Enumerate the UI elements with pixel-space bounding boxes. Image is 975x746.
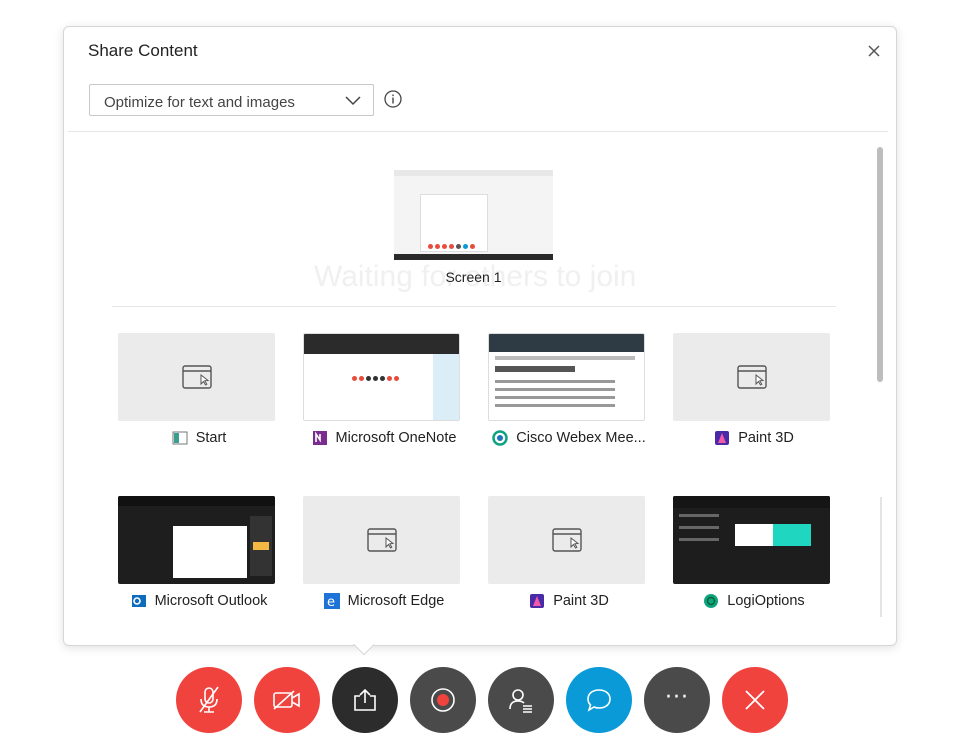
participants-icon [509, 689, 532, 713]
app-thumbnail-logioptions[interactable] [673, 496, 830, 584]
chat-icon [587, 689, 611, 712]
app-label: Start [195, 430, 227, 446]
start-app-icon [172, 431, 188, 445]
outlook-icon [131, 595, 146, 607]
scrollbar-thumb[interactable] [877, 147, 883, 382]
share-content-dialog: Share Content Optimize for text and imag… [63, 26, 897, 646]
end-meeting-button[interactable] [722, 667, 788, 733]
webex-icon [492, 430, 508, 446]
paint3d-icon [530, 594, 545, 608]
scrollbar-track [880, 497, 882, 617]
microphone-muted-icon [199, 686, 219, 713]
app-thumbnail-paint3d[interactable] [673, 333, 830, 421]
record-button[interactable] [410, 667, 476, 733]
edge-icon: e [323, 593, 340, 609]
participants-button[interactable] [488, 667, 554, 733]
app-thumbnail-paint3d[interactable] [488, 496, 645, 584]
onenote-icon [312, 431, 327, 445]
window-icon [737, 365, 767, 389]
share-icon [354, 688, 376, 711]
app-thumbnail-webex[interactable] [488, 333, 645, 421]
share-button[interactable] [332, 667, 398, 733]
svg-text:e: e [327, 595, 335, 609]
app-label: Paint 3D [553, 593, 609, 609]
app-label: Paint 3D [738, 430, 794, 446]
screen-1-label: Screen 1 [445, 269, 502, 285]
window-icon [552, 528, 582, 552]
chevron-down-icon [345, 96, 361, 106]
app-caption: Microsoft OneNote [289, 428, 479, 448]
section-divider [112, 306, 836, 307]
app-caption: Paint 3D [474, 591, 664, 611]
more-icon: ··· [665, 684, 689, 710]
app-label: Microsoft Edge [347, 593, 445, 609]
app-label: LogiOptions [727, 593, 805, 609]
header-divider [68, 131, 888, 132]
close-icon [745, 690, 765, 710]
app-label: Microsoft Outlook [154, 593, 268, 609]
info-icon[interactable] [384, 90, 402, 108]
app-caption: Microsoft Outlook [104, 591, 294, 611]
record-icon [431, 688, 455, 712]
stop-video-button[interactable] [254, 667, 320, 733]
app-label: Microsoft OneNote [335, 430, 457, 446]
app-thumbnail-onenote[interactable] [303, 333, 460, 421]
window-icon [182, 365, 212, 389]
app-thumbnail-edge[interactable] [303, 496, 460, 584]
optimize-dropdown[interactable]: Optimize for text and images [89, 84, 374, 116]
optimize-selected-value: Optimize for text and images [104, 94, 295, 111]
chat-button[interactable] [566, 667, 632, 733]
paint3d-icon [715, 431, 730, 445]
app-thumbnail-start[interactable] [118, 333, 275, 421]
dialog-title: Share Content [88, 41, 198, 60]
more-options-button[interactable]: ··· [644, 667, 710, 733]
mute-button[interactable] [176, 667, 242, 733]
meeting-toolbar: ··· [176, 667, 788, 733]
dialog-pointer [352, 644, 374, 656]
app-label: Cisco Webex Mee... [516, 430, 646, 446]
video-off-icon [273, 690, 300, 710]
app-caption: Cisco Webex Mee... [474, 428, 664, 448]
app-caption: Start [104, 428, 294, 448]
close-button[interactable] [864, 41, 884, 61]
app-caption: LogiOptions [659, 591, 849, 611]
app-caption: Paint 3D [659, 428, 849, 448]
window-icon [367, 528, 397, 552]
screen-1-thumbnail[interactable] [394, 170, 553, 260]
app-thumbnail-outlook[interactable] [118, 496, 275, 584]
app-caption: e Microsoft Edge [289, 591, 479, 611]
logioptions-icon [704, 594, 719, 608]
close-icon [868, 45, 880, 57]
